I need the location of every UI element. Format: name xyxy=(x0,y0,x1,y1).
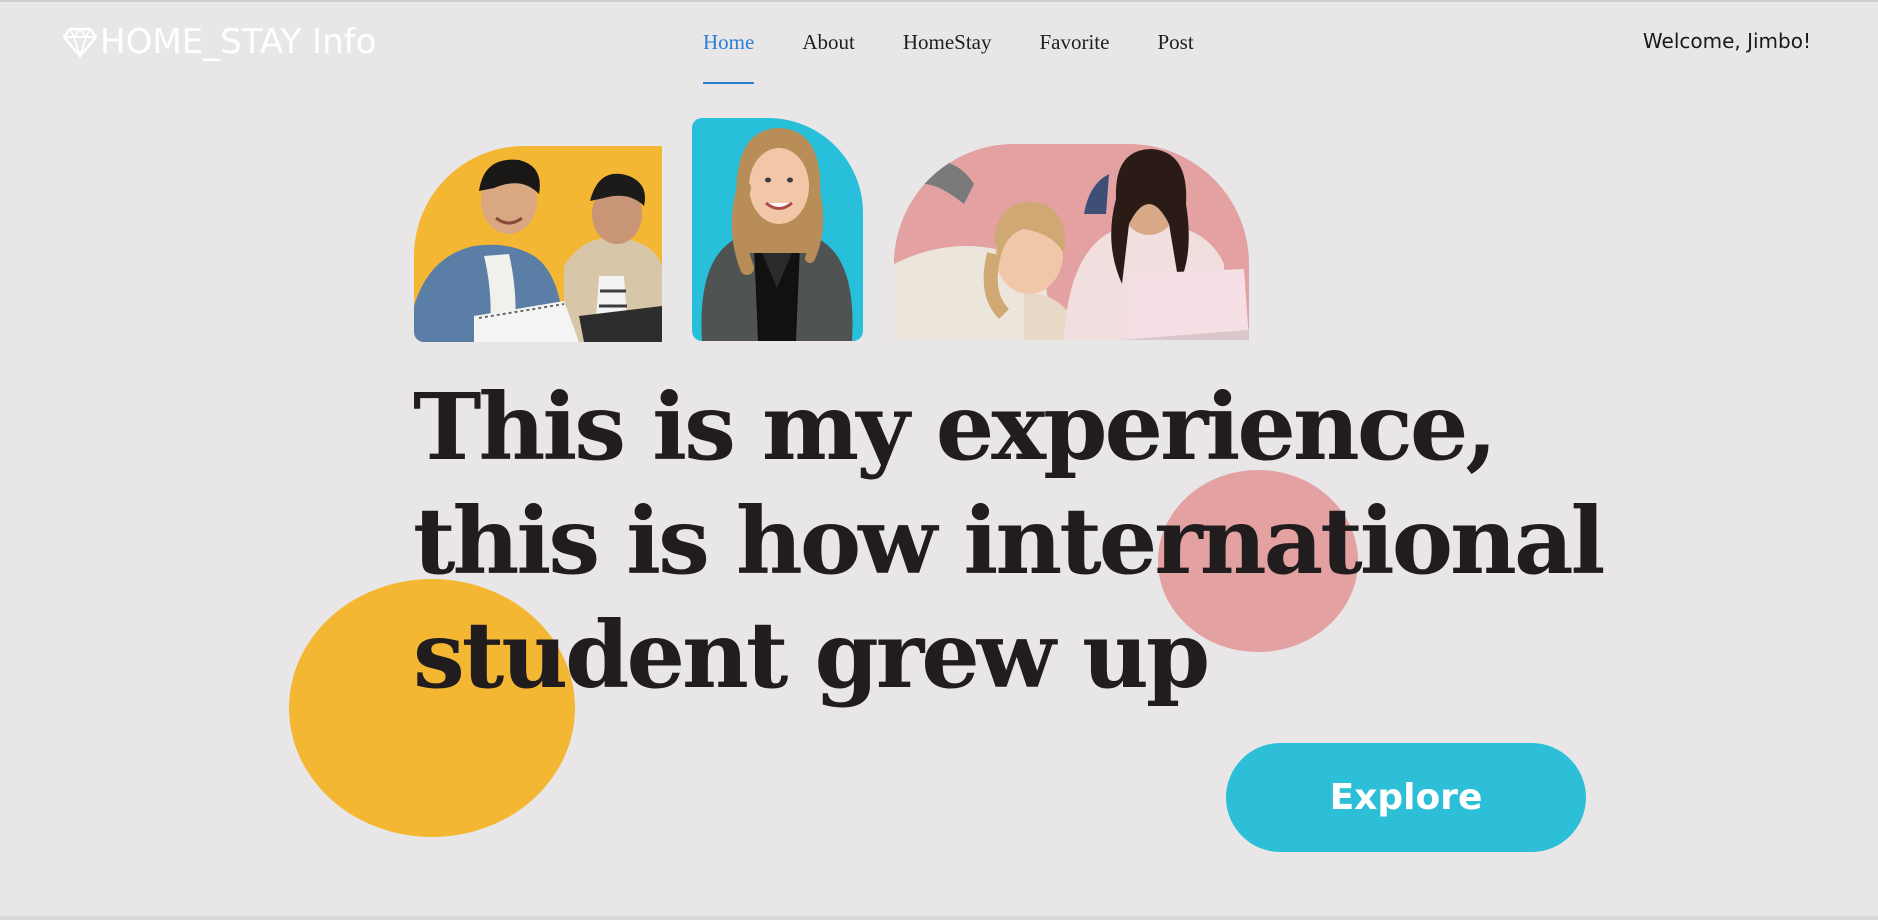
nav-label: Post xyxy=(1157,30,1194,54)
nav-post[interactable]: Post xyxy=(1134,20,1218,84)
explore-button[interactable]: Explore xyxy=(1226,743,1586,852)
active-underline xyxy=(703,82,755,84)
girls-on-laptop-photo xyxy=(894,144,1249,340)
hero-headline: This is my experience, this is how inter… xyxy=(413,370,1613,712)
students-studying-photo xyxy=(414,146,662,342)
nav-label: About xyxy=(802,30,855,54)
main-nav: Home About HomeStay Favorite Post xyxy=(680,20,1219,84)
nav-label: HomeStay xyxy=(902,30,992,54)
nav-homestay[interactable]: HomeStay xyxy=(880,20,1017,84)
headline-line: this is how international xyxy=(413,487,1606,595)
nav-favorite[interactable]: Favorite xyxy=(1016,20,1134,84)
nav-label: Favorite xyxy=(1039,30,1110,54)
bottom-border xyxy=(0,916,1878,920)
nav-label: Home xyxy=(703,30,755,54)
top-border xyxy=(0,0,1878,2)
brand-logo[interactable]: HOME_STAY Info xyxy=(62,20,376,64)
headline-line: student grew up xyxy=(413,601,1210,709)
nav-about[interactable]: About xyxy=(779,20,880,84)
brand-title: HOME_STAY Info xyxy=(100,22,377,62)
headline-line: This is my experience, xyxy=(413,373,1497,481)
nav-home[interactable]: Home xyxy=(680,20,779,84)
diamond-icon xyxy=(62,27,98,58)
smiling-student-photo xyxy=(692,118,863,341)
welcome-message[interactable]: Welcome, Jimbo! xyxy=(1643,29,1811,53)
